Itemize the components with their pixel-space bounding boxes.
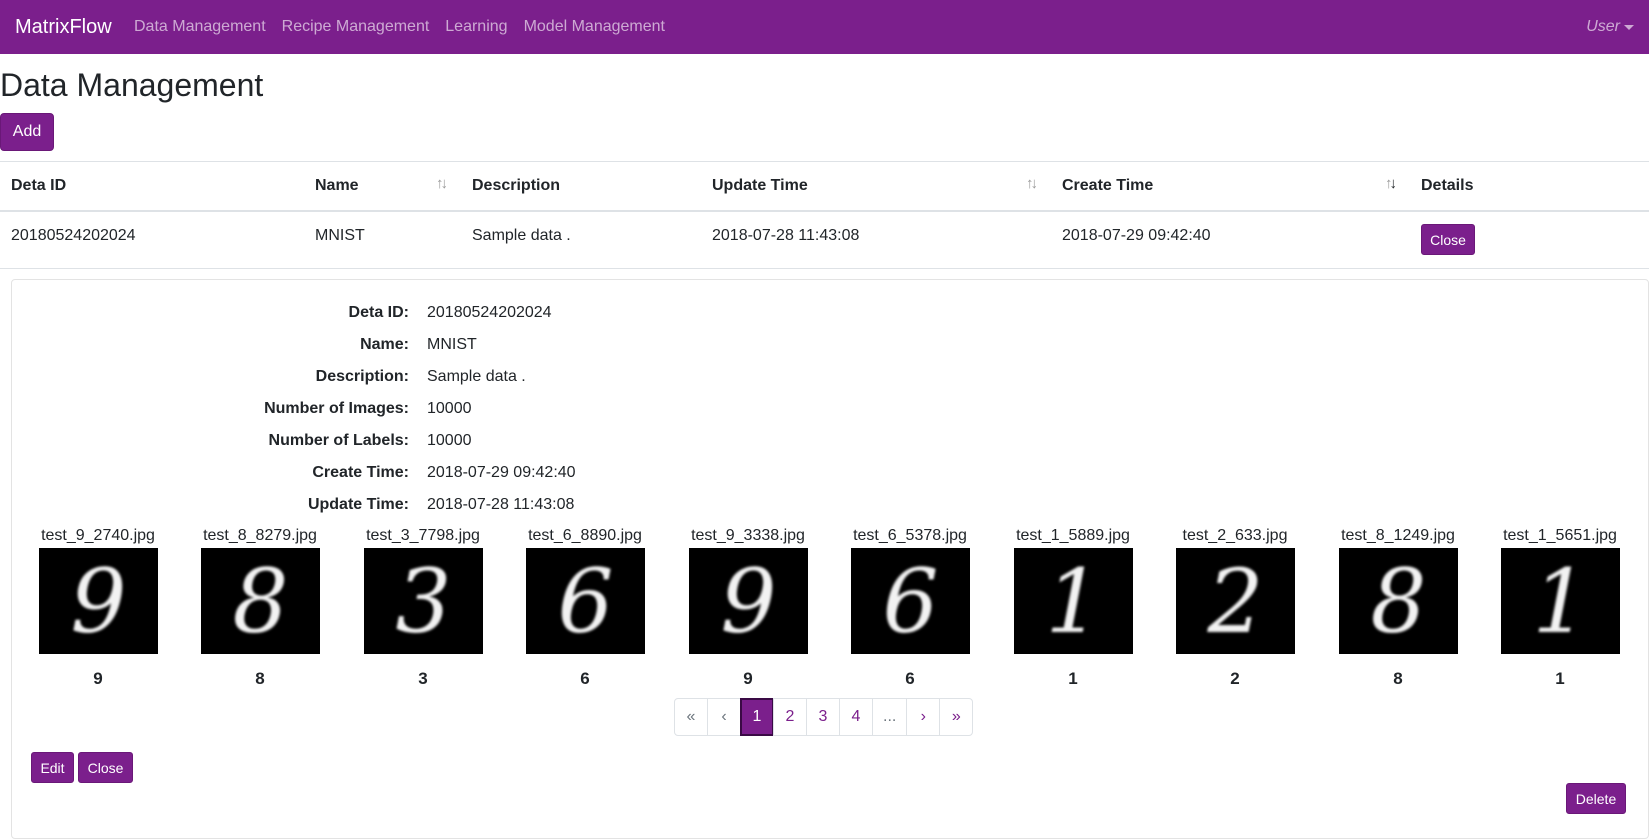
image-label: 2 <box>1230 669 1240 688</box>
detail-label-number-of-images: Number of Images: <box>264 400 409 417</box>
digit-image[interactable]: 8 <box>1339 548 1458 654</box>
nav-links: Data Management Recipe Management Learni… <box>134 17 681 37</box>
caret-down-icon <box>1624 24 1634 30</box>
pagination-page-3[interactable]: 3 <box>806 698 840 736</box>
brand-logo[interactable]: MatrixFlow <box>15 15 112 39</box>
detail-value-name: MNIST <box>427 336 477 353</box>
pagination-page-4[interactable]: 4 <box>839 698 873 736</box>
nav-link-recipe-management[interactable]: Recipe Management <box>282 17 430 37</box>
cell-description: Sample data . <box>472 227 571 244</box>
delete-button[interactable]: Delete <box>1566 783 1626 814</box>
sort-update-time-icon[interactable]: ↑↓ <box>1026 175 1038 192</box>
cell-update-time: 2018-07-28 11:43:08 <box>712 227 860 244</box>
digit-image[interactable]: 1 <box>1014 548 1133 654</box>
digit-image[interactable]: 2 <box>1176 548 1295 654</box>
cell-create-time: 2018-07-29 09:42:40 <box>1062 227 1211 244</box>
details-close-button[interactable]: Close <box>78 752 133 783</box>
pagination-next[interactable]: › <box>906 698 941 736</box>
row-close-button[interactable]: Close <box>1421 224 1475 255</box>
user-menu[interactable]: User <box>1586 17 1634 37</box>
sort-create-time-icon[interactable]: ↑↓ <box>1385 175 1397 192</box>
detail-label-name: Name: <box>360 336 409 353</box>
detail-value-deta-id: 20180524202024 <box>427 304 552 321</box>
col-header-name[interactable]: Name <box>315 176 359 196</box>
digit-image[interactable]: 8 <box>201 548 320 654</box>
pagination: « ‹ 1 2 3 4 ... › » <box>674 698 974 736</box>
image-label: 1 <box>1068 669 1078 688</box>
add-button[interactable]: Add <box>0 113 54 151</box>
image-filename: test_9_2740.jpg <box>41 527 155 544</box>
image-label: 3 <box>418 669 428 688</box>
cell-name: MNIST <box>315 227 365 244</box>
col-header-deta-id: Deta ID <box>11 177 67 194</box>
nav-link-model-management[interactable]: Model Management <box>524 17 665 37</box>
image-label: 6 <box>580 669 590 688</box>
detail-value-number-of-images: 10000 <box>427 400 472 417</box>
user-menu-label: User <box>1586 18 1620 35</box>
image-filename: test_1_5651.jpg <box>1503 527 1617 544</box>
detail-label-description: Description: <box>315 368 409 385</box>
edit-button[interactable]: Edit <box>31 752 74 783</box>
image-label: 9 <box>743 669 753 688</box>
pagination-last[interactable]: » <box>939 698 974 736</box>
image-label: 9 <box>93 669 103 688</box>
detail-value-update-time: 2018-07-28 11:43:08 <box>427 496 575 513</box>
pagination-first[interactable]: « <box>674 698 708 736</box>
image-filename: test_1_5889.jpg <box>1016 527 1130 544</box>
image-filename: test_9_3338.jpg <box>691 527 805 544</box>
row-divider <box>0 268 1649 269</box>
table-top-divider <box>0 161 1649 162</box>
pagination-ellipsis: ... <box>872 698 908 736</box>
top-navbar: MatrixFlow Data Management Recipe Manage… <box>0 0 1649 54</box>
nav-link-learning[interactable]: Learning <box>445 17 507 37</box>
digit-image[interactable]: 3 <box>364 548 483 654</box>
image-filename: test_6_5378.jpg <box>853 527 967 544</box>
image-label: 6 <box>905 669 915 688</box>
nav-link-data-management[interactable]: Data Management <box>134 17 266 37</box>
detail-label-number-of-labels: Number of Labels: <box>268 432 409 449</box>
cell-deta-id: 20180524202024 <box>11 227 136 244</box>
digit-image[interactable]: 6 <box>851 548 970 654</box>
image-filename: test_2_633.jpg <box>1182 527 1288 544</box>
image-filename: test_8_1249.jpg <box>1341 527 1455 544</box>
digit-image[interactable]: 1 <box>1501 548 1620 654</box>
image-label: 8 <box>1393 669 1403 688</box>
digit-image[interactable]: 9 <box>689 548 808 654</box>
detail-value-description: Sample data . <box>427 368 526 385</box>
col-header-description: Description <box>472 177 561 194</box>
digit-image[interactable]: 9 <box>39 548 158 654</box>
detail-value-create-time: 2018-07-29 09:42:40 <box>427 464 576 481</box>
image-filename: test_3_7798.jpg <box>366 527 480 544</box>
pagination-page-2[interactable]: 2 <box>773 698 807 736</box>
table-header-divider <box>0 210 1649 212</box>
image-label: 1 <box>1555 669 1565 688</box>
detail-value-number-of-labels: 10000 <box>427 432 472 449</box>
image-filename: test_6_8890.jpg <box>528 527 642 544</box>
pagination-prev[interactable]: ‹ <box>707 698 741 736</box>
col-header-details: Details <box>1421 177 1474 194</box>
image-label: 8 <box>255 669 265 688</box>
detail-label-update-time: Update Time: <box>307 496 409 513</box>
image-filename: test_8_8279.jpg <box>203 527 317 544</box>
digit-image[interactable]: 6 <box>526 548 645 654</box>
detail-label-create-time: Create Time: <box>312 464 409 481</box>
page-title: Data Management <box>0 67 264 103</box>
col-header-update-time[interactable]: Update Time <box>712 176 808 196</box>
col-header-create-time[interactable]: Create Time <box>1062 176 1153 196</box>
pagination-page-1[interactable]: 1 <box>740 698 774 736</box>
detail-label-deta-id: Deta ID: <box>348 304 409 321</box>
sort-name-icon[interactable]: ↑↓ <box>436 175 448 192</box>
